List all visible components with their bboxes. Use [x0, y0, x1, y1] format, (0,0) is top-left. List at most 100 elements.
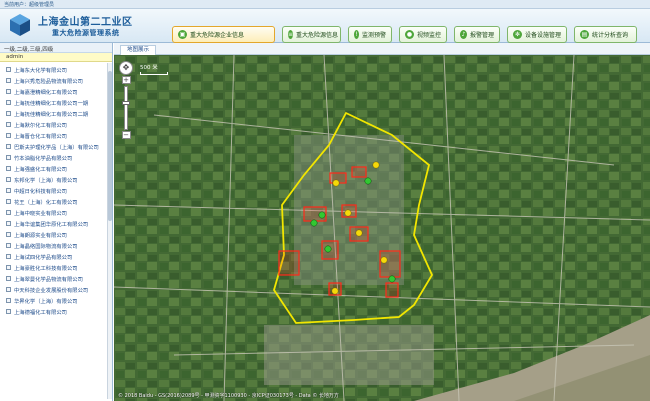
nav-button-4[interactable]: ● 视频监控: [399, 26, 447, 43]
tree-node-icon: [6, 210, 11, 215]
company-list-item[interactable]: 上海抚佳精细化工有限公司二期: [0, 108, 112, 119]
company-name: 中天科技企业发展股份有限公司: [14, 287, 89, 294]
company-name: 巴斯夫护理化学品（上海）有限公司: [14, 144, 99, 151]
scale-label: 500 米: [140, 65, 158, 71]
company-list-item[interactable]: 上海晋仓化工有限公司: [0, 130, 112, 141]
company-name: 上海晋仓化工有限公司: [14, 133, 67, 140]
company-list-item[interactable]: 上海嘉澄精细化工有限公司: [0, 86, 112, 97]
nav-button-7[interactable]: ▤ 统计分析查询: [574, 26, 637, 43]
company-list-item[interactable]: 中天科技企业发展股份有限公司: [0, 284, 112, 295]
tree-node-icon: [6, 122, 11, 127]
tree-node-icon: [6, 265, 11, 270]
company-name: 花王（上海）化工有限公司: [14, 199, 78, 206]
nav-button-label: 重大危险源企业信息: [190, 32, 245, 39]
nav-button-label: 报警管理: [469, 32, 494, 39]
tree-node-icon: [6, 276, 11, 281]
list-icon: ≡: [288, 30, 294, 39]
page-title: 上海金山第二工业区: [38, 17, 133, 28]
company-name: 上海强盛化工有限公司: [14, 166, 67, 173]
company-name: 竹本油脂化学品有限公司: [14, 155, 73, 162]
pan-icon[interactable]: ✥: [119, 61, 133, 75]
alarm-icon: !: [354, 30, 359, 39]
nav-button-5[interactable]: ♪ 报警管理: [454, 26, 500, 43]
company-list: 上海东大化学有限公司 上海兴秀危险品物流有限公司上海嘉澄精细化工有限公司上海抚佳精…: [0, 62, 112, 317]
tree-node-icon: [6, 221, 11, 226]
bell-icon: ♪: [460, 30, 467, 39]
company-list-item[interactable]: 上海中晓实业有限公司: [0, 207, 112, 218]
zoom-out-button[interactable]: −: [121, 131, 131, 139]
tree-node-icon: [6, 188, 11, 193]
scroll-thumb[interactable]: [108, 71, 112, 221]
nav-button-label: 重大危险源信息: [296, 32, 339, 39]
user-node[interactable]: admin: [0, 53, 112, 62]
company-name: 上海抚佳精细化工有限公司二期: [14, 111, 89, 118]
tree-node-icon: [6, 100, 11, 105]
map-canvas[interactable]: [114, 55, 650, 401]
nav-button-1[interactable]: ▣ 重大危险源企业信息: [172, 26, 275, 43]
top-bar: 当前用户：超级管理员: [0, 0, 650, 9]
camera-icon: ●: [405, 30, 414, 39]
nav-button-3[interactable]: ! 监测预警: [348, 26, 392, 43]
company-list-item[interactable]: 上海强盛化工有限公司: [0, 163, 112, 174]
company-name: 上海抚佳精细化工有限公司一期: [14, 100, 89, 107]
satellite-map[interactable]: ✥ + − 500 米 © 2018 Baidu - GS(2016)2089号…: [114, 55, 650, 401]
company-name: 上海嘉澄精细化工有限公司: [14, 89, 78, 96]
company-name: 上海东大化学有限公司: [14, 67, 67, 74]
company-list-item[interactable]: 上海试四化学品有限公司: [0, 251, 112, 262]
company-list-item[interactable]: 花王（上海）化工有限公司: [0, 196, 112, 207]
zoom-control: ✥ + −: [119, 61, 133, 140]
tree-node-icon: [6, 67, 11, 72]
tree-node-icon: [6, 309, 11, 314]
tab-map[interactable]: 地图展示: [120, 45, 157, 55]
company-list-item[interactable]: 上海翠曼化学品物流有限公司: [0, 273, 112, 284]
tree-node-icon: [6, 199, 11, 204]
company-name: 上海豪胜化工科技有限公司: [14, 265, 78, 272]
tree-node-icon: [6, 243, 11, 248]
company-list-item[interactable]: 东邦化学（上海）有限公司: [0, 174, 112, 185]
tree-node-icon: [6, 133, 11, 138]
nav-button-label: 监测预警: [361, 32, 386, 39]
tree-node-icon: [6, 177, 11, 182]
tree-node-icon: [6, 232, 11, 237]
level-filter[interactable]: 一级,二级,三级,四级: [0, 43, 112, 53]
nav-button-2[interactable]: ≡ 重大危险源信息: [282, 26, 341, 43]
company-list-item[interactable]: 上海德福化工有限公司: [0, 306, 112, 317]
zoom-slider-handle[interactable]: [122, 101, 130, 105]
nav-button-label: 设备设施管理: [524, 32, 561, 39]
company-list-item[interactable]: 竹本油脂化学品有限公司: [0, 152, 112, 163]
company-name: 上海晶络国际物流有限公司: [14, 243, 78, 250]
company-name: 中超日化科技有限公司: [14, 188, 67, 195]
company-list-item[interactable]: 上海朗源实业有限公司: [0, 229, 112, 240]
tree-node-icon: [6, 166, 11, 171]
company-list-item[interactable]: 中超日化科技有限公司: [0, 185, 112, 196]
map-copyright: © 2018 Baidu - GS(2016)2089号 - 甲测资字11009…: [118, 393, 339, 399]
scale-bar: 500 米: [140, 63, 168, 75]
company-list-item[interactable]: 上海晶络国际物流有限公司: [0, 240, 112, 251]
building-icon: ▣: [178, 30, 187, 39]
tree-node-icon: [6, 144, 11, 149]
page-subtitle: 重大危险源管理系统: [52, 29, 120, 37]
tree-node-icon: [6, 254, 11, 259]
company-name: 上海德福化工有限公司: [14, 309, 67, 316]
company-list-item[interactable]: 上海抚佳精细化工有限公司一期: [0, 97, 112, 108]
company-list-item[interactable]: 上海默尔化工有限公司: [0, 119, 112, 130]
company-sidebar: 一级,二级,三级,四级 admin 上海东大化学有限公司 上海兴秀危险品物流有限公…: [0, 43, 113, 401]
company-list-item[interactable]: 上海东大化学有限公司: [0, 64, 112, 75]
company-list-item[interactable]: 巴斯夫护理化学品（上海）有限公司: [0, 141, 112, 152]
user-crumb: 当前用户：超级管理员: [4, 2, 55, 8]
sidebar-scrollbar[interactable]: [107, 63, 112, 399]
company-list-item[interactable]: 上海兴秀危险品物流有限公司: [0, 75, 112, 86]
company-name: 上海试四化学品有限公司: [14, 254, 73, 261]
company-name: 上海中晓实业有限公司: [14, 210, 67, 217]
zoom-in-button[interactable]: +: [121, 76, 131, 84]
zoom-slider[interactable]: [122, 86, 130, 130]
map-tab-bar: 地图展示: [114, 43, 650, 55]
company-list-item[interactable]: 华昇化学（上海）有限公司: [0, 295, 112, 306]
tree-node-icon: [6, 78, 11, 83]
nav-button-label: 统计分析查询: [592, 32, 629, 39]
tree-node-icon: [6, 298, 11, 303]
company-list-item[interactable]: 上海华谊集团华原化工有限公司: [0, 218, 112, 229]
company-name: 上海默尔化工有限公司: [14, 122, 67, 129]
nav-button-6[interactable]: ✻ 设备设施管理: [507, 26, 567, 43]
company-list-item[interactable]: 上海豪胜化工科技有限公司: [0, 262, 112, 273]
